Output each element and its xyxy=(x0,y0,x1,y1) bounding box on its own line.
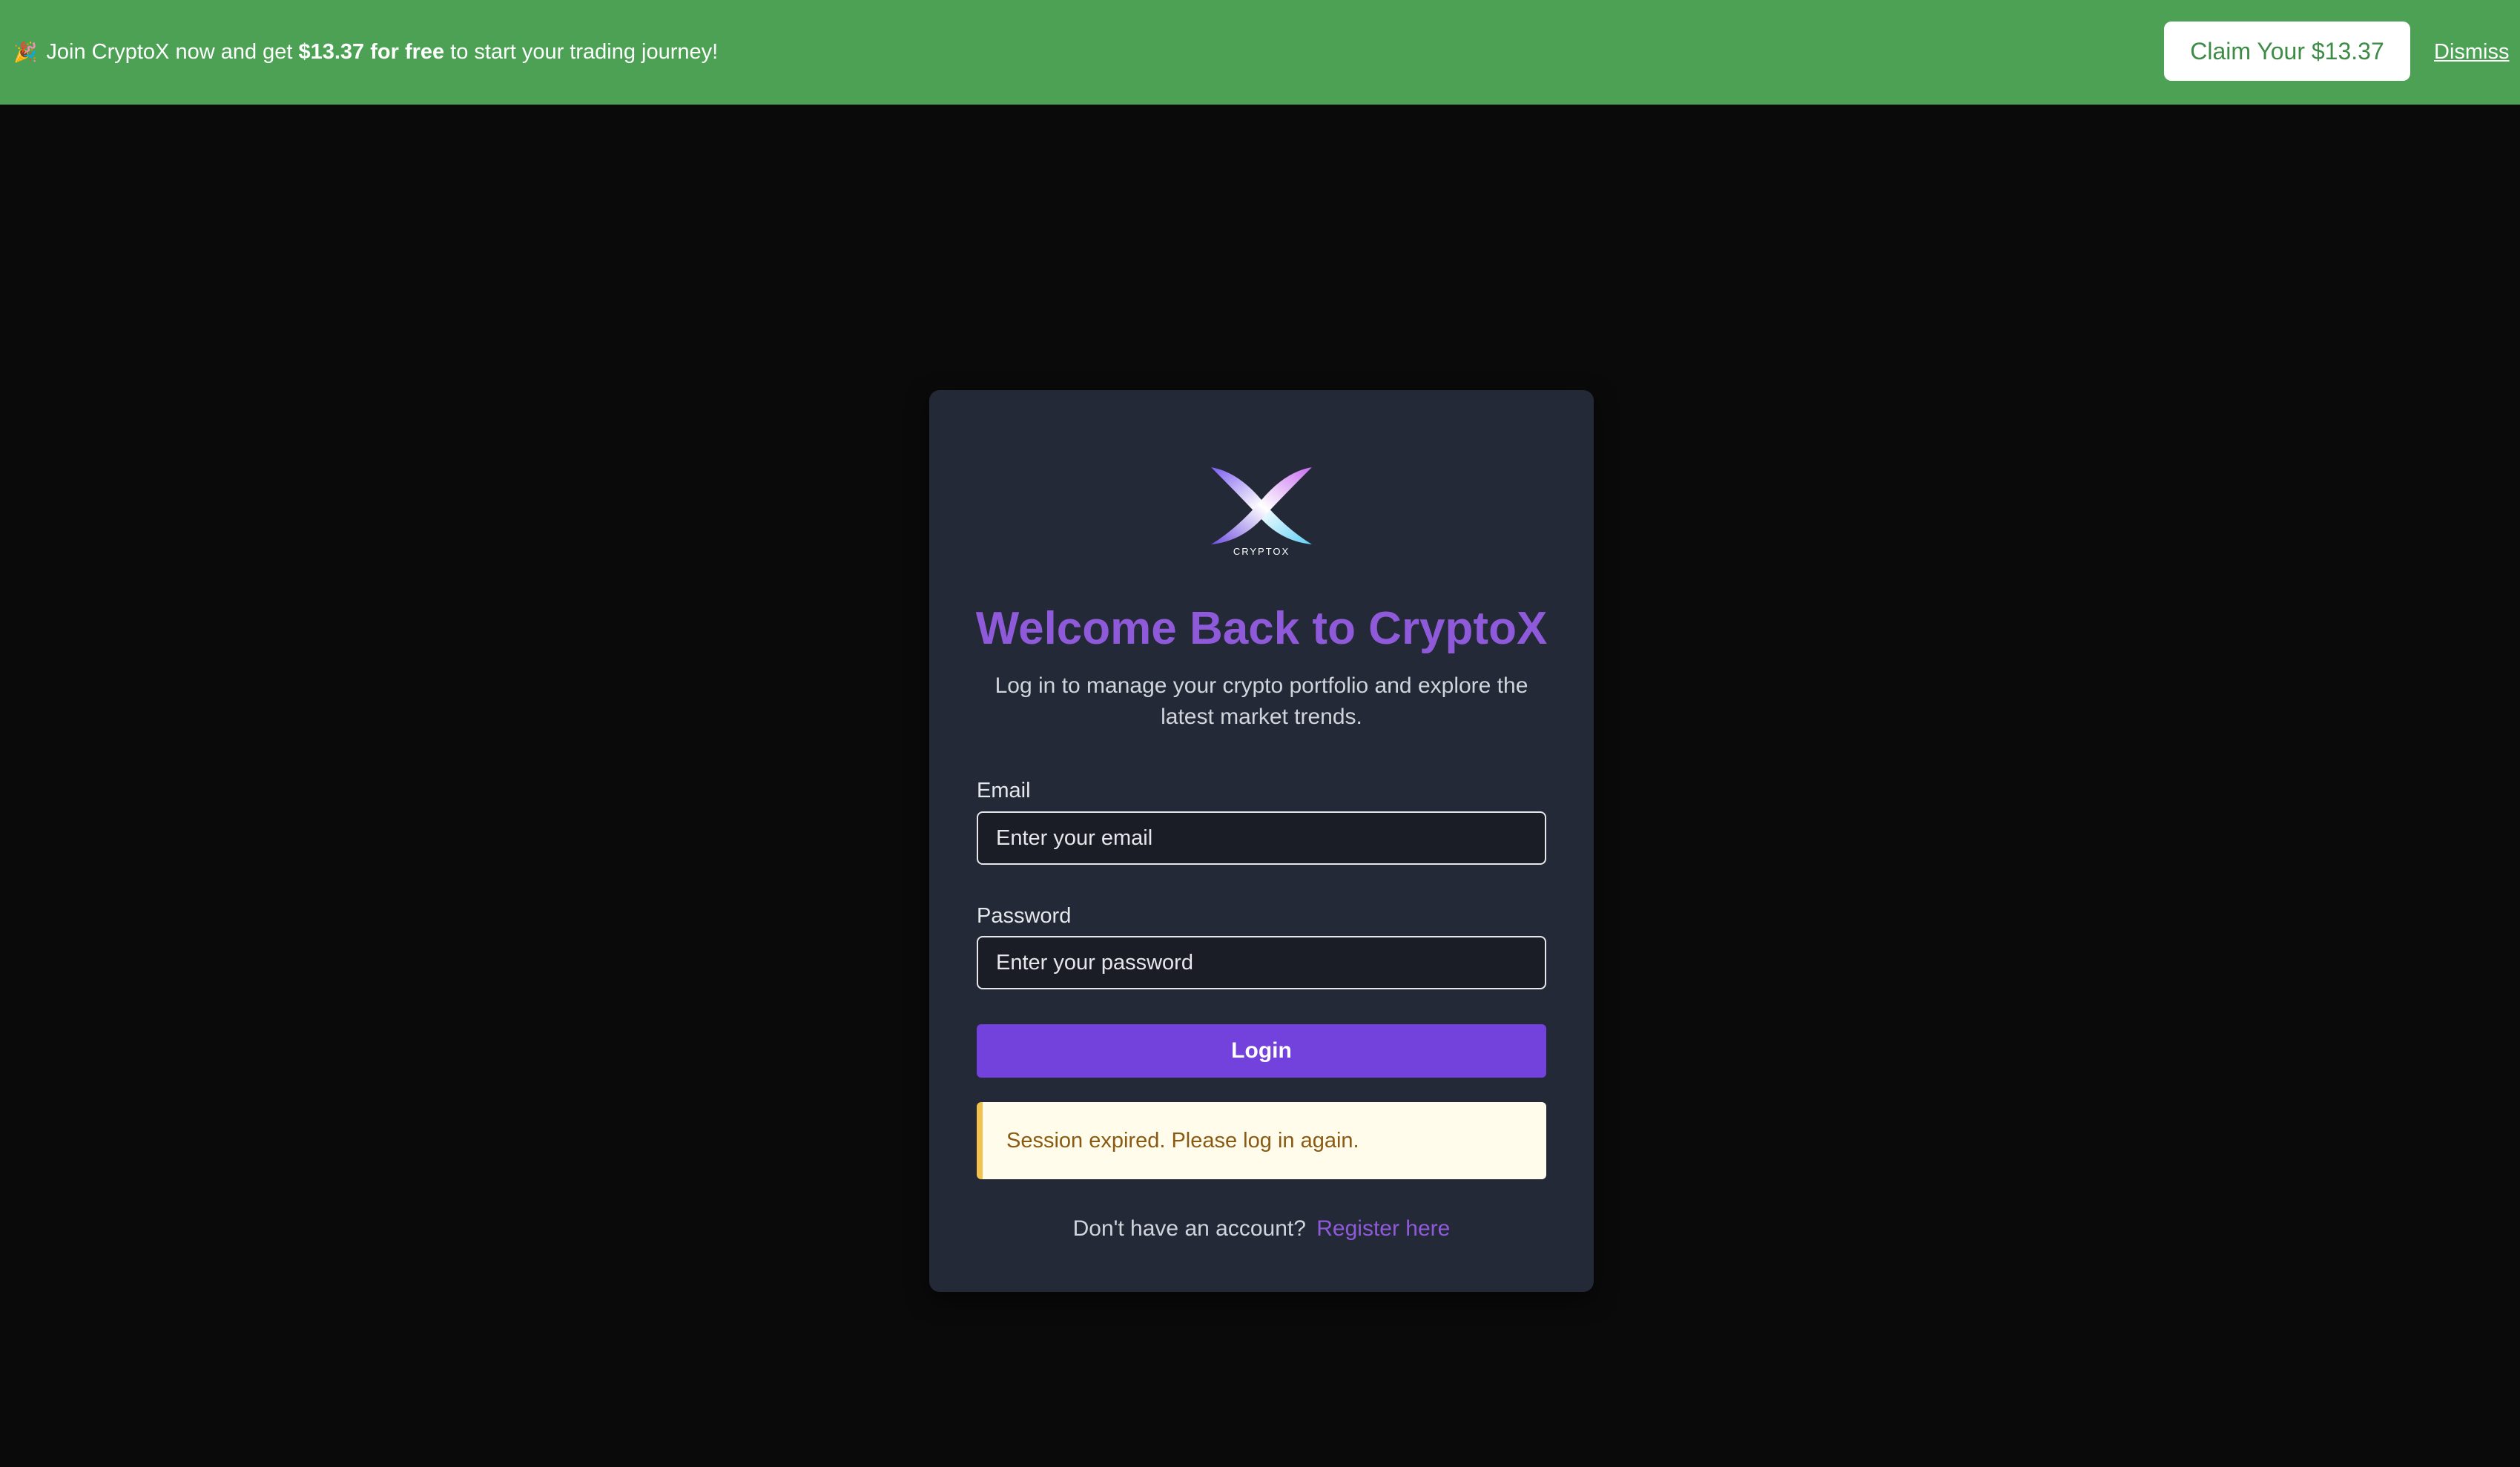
page-title: Welcome Back to CryptoX xyxy=(975,603,1548,654)
promo-text-after: to start your trading journey! xyxy=(450,40,719,64)
register-link[interactable]: Register here xyxy=(1316,1216,1450,1241)
promo-banner: 🎉 Join CryptoX now and get $13.37 for fr… xyxy=(0,0,2520,105)
promo-message: 🎉 Join CryptoX now and get $13.37 for fr… xyxy=(13,0,718,105)
claim-bonus-button[interactable]: Claim Your $13.37 xyxy=(2164,22,2410,81)
register-prompt-text: Don't have an account? xyxy=(1072,1216,1306,1241)
promo-text-before: Join CryptoX now and get xyxy=(46,40,293,64)
email-field[interactable] xyxy=(977,811,1546,865)
session-expired-alert: Session expired. Please log in again. xyxy=(977,1102,1546,1179)
party-popper-icon: 🎉 xyxy=(13,41,38,63)
logo-wordmark: CRYPTOX xyxy=(1233,546,1290,557)
login-card: CRYPTOX Welcome Back to CryptoX Log in t… xyxy=(929,390,1594,1292)
email-label: Email xyxy=(977,779,1031,802)
dismiss-banner-link[interactable]: Dismiss xyxy=(2434,0,2510,105)
login-button[interactable]: Login xyxy=(977,1024,1546,1078)
password-label: Password xyxy=(977,904,1072,928)
register-prompt: Don't have an account? Register here xyxy=(929,1216,1594,1242)
password-field[interactable] xyxy=(977,936,1546,989)
cryptox-logo-icon: CRYPTOX xyxy=(1211,467,1312,557)
page-subtitle: Log in to manage your crypto portfolio a… xyxy=(995,673,1528,729)
promo-text-bold: $13.37 for free xyxy=(298,40,445,64)
